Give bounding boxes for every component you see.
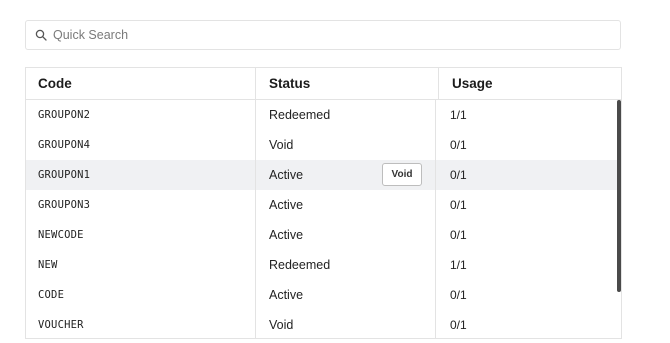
- usage-cell: 0/1: [450, 288, 467, 302]
- scrollbar-thumb[interactable]: [617, 100, 621, 292]
- vertical-scrollbar[interactable]: [617, 100, 621, 338]
- status-cell: Active: [256, 220, 436, 250]
- code-cell: GROUPON2: [26, 100, 256, 130]
- search-box[interactable]: [25, 20, 621, 50]
- code-cell: GROUPON1: [26, 160, 256, 190]
- usage-cell: 0/1: [450, 318, 467, 332]
- status-cell: Active: [256, 280, 436, 310]
- table-row[interactable]: GROUPON3 Active 0/1: [26, 190, 621, 220]
- status-cell: Redeemed: [256, 100, 436, 130]
- usage-cell: 0/1: [450, 198, 467, 212]
- column-header-usage[interactable]: Usage: [439, 68, 621, 99]
- code-cell: GROUPON4: [26, 130, 256, 160]
- coupon-table: Code Status Usage GROUPON2 Redeemed 1/1 …: [25, 67, 622, 339]
- usage-cell: 1/1: [450, 108, 467, 122]
- search-input[interactable]: [53, 28, 593, 42]
- code-cell: NEWCODE: [26, 220, 256, 250]
- usage-cell: 1/1: [450, 258, 467, 272]
- void-button[interactable]: Void: [382, 163, 422, 186]
- table-row[interactable]: CODE Active 0/1: [26, 280, 621, 310]
- status-cell: Redeemed: [256, 250, 436, 280]
- status-cell: Active: [256, 190, 436, 220]
- table-row[interactable]: NEW Redeemed 1/1: [26, 250, 621, 280]
- code-cell: CODE: [26, 280, 256, 310]
- code-cell: GROUPON3: [26, 190, 256, 220]
- column-header-code[interactable]: Code: [26, 68, 256, 99]
- status-cell: Void: [256, 130, 436, 160]
- usage-cell: 0/1: [450, 138, 467, 152]
- table-header: Code Status Usage: [26, 68, 621, 100]
- table-row-hovered[interactable]: GROUPON1 Active Void 0/1: [26, 160, 621, 190]
- table-row[interactable]: GROUPON4 Void 0/1: [26, 130, 621, 160]
- search-icon: [35, 29, 47, 41]
- table-row[interactable]: GROUPON2 Redeemed 1/1: [26, 100, 621, 130]
- table-row[interactable]: NEWCODE Active 0/1: [26, 220, 621, 250]
- code-cell: VOUCHER: [26, 310, 256, 338]
- usage-cell: 0/1: [450, 228, 467, 242]
- status-cell: Void: [256, 310, 436, 338]
- column-header-status[interactable]: Status: [256, 68, 439, 99]
- code-cell: NEW: [26, 250, 256, 280]
- table-row[interactable]: VOUCHER Void 0/1: [26, 310, 621, 338]
- usage-cell: 0/1: [450, 168, 467, 182]
